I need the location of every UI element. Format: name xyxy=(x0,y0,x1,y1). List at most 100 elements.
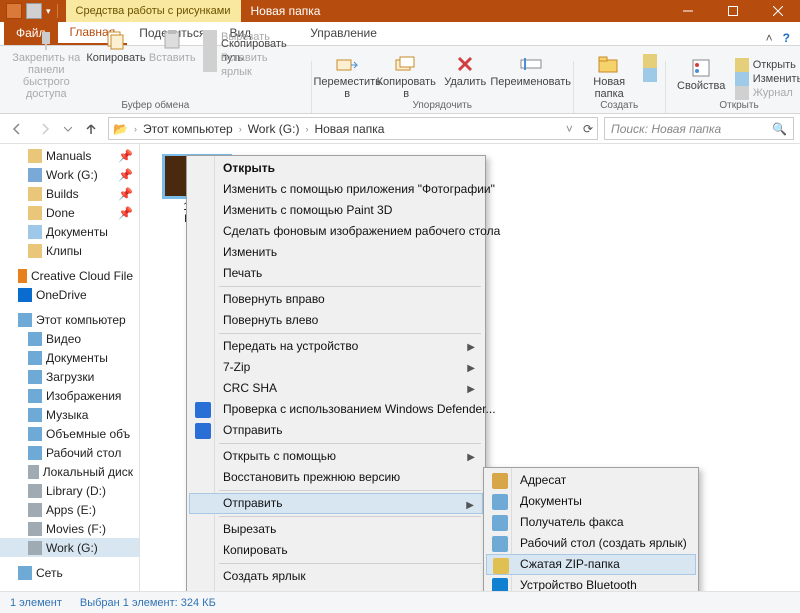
menu-item-icon xyxy=(492,536,508,552)
nav-item[interactable]: Сеть xyxy=(0,563,139,582)
nav-item[interactable]: Документы xyxy=(0,348,139,367)
nav-item[interactable]: Загрузки xyxy=(0,367,139,386)
nav-item-label: Документы xyxy=(46,225,108,239)
paste-button[interactable]: Вставить xyxy=(148,30,198,64)
menu-item[interactable]: 7-Zip▶ xyxy=(189,357,483,378)
maximize-button[interactable] xyxy=(710,0,755,22)
menu-item[interactable]: Изменить xyxy=(189,242,483,263)
easy-access-button[interactable] xyxy=(641,68,657,82)
refresh-icon[interactable]: ⟳ xyxy=(583,122,593,136)
navigation-pane[interactable]: Manuals📌Work (G:)📌Builds📌Done📌 Документы К… xyxy=(0,144,140,591)
nav-item[interactable]: Library (D:) xyxy=(0,481,139,500)
context-menu[interactable]: ОткрытьИзменить с помощью приложения "Фо… xyxy=(186,155,486,613)
menu-item[interactable]: Печать xyxy=(189,263,483,284)
ribbon-group-organize: Переместить в Копировать в Удалить Переи… xyxy=(312,61,574,113)
menu-item[interactable]: Изменить с помощью приложения "Фотографи… xyxy=(189,179,483,200)
open-button[interactable]: Открыть xyxy=(733,58,800,72)
nav-item[interactable]: Builds📌 xyxy=(0,184,139,203)
copy-to-button[interactable]: Копировать в xyxy=(379,54,434,100)
history-button[interactable]: Журнал xyxy=(733,86,800,100)
up-button[interactable] xyxy=(80,118,102,140)
new-folder-button[interactable]: Новая папка xyxy=(582,54,637,100)
nav-item[interactable]: Локальный диск xyxy=(0,462,139,481)
menu-item[interactable]: Документы xyxy=(486,491,696,512)
nav-item[interactable]: Видео xyxy=(0,329,139,348)
crumb-sep[interactable]: › xyxy=(303,124,310,134)
menu-item[interactable]: Открыть с помощью▶ xyxy=(189,446,483,467)
nav-item[interactable]: Клипы xyxy=(0,241,139,260)
tab-manage[interactable]: Управление xyxy=(298,21,389,45)
menu-item-label: Изменить xyxy=(223,245,277,259)
ribbon-collapse-icon[interactable]: ˄ xyxy=(766,31,773,45)
menu-item[interactable]: Изменить с помощью Paint 3D xyxy=(189,200,483,221)
menu-item[interactable]: Сжатая ZIP-папка xyxy=(486,554,696,575)
nav-item[interactable]: OneDrive xyxy=(0,285,139,304)
nav-item[interactable]: Movies (F:) xyxy=(0,519,139,538)
delete-button[interactable]: Удалить xyxy=(438,54,493,88)
menu-item[interactable]: Отправить xyxy=(189,420,483,441)
menu-item[interactable]: Получатель факса xyxy=(486,512,696,533)
menu-item[interactable]: Открыть xyxy=(189,158,483,179)
menu-item[interactable]: Передать на устройство▶ xyxy=(189,336,483,357)
properties-button[interactable]: Свойства xyxy=(674,58,729,92)
menu-item[interactable]: Адресат xyxy=(486,470,696,491)
menu-item[interactable]: Копировать xyxy=(189,540,483,561)
search-icon[interactable]: 🔍 xyxy=(772,122,787,136)
nav-item[interactable]: Рабочий стол xyxy=(0,443,139,462)
recent-button[interactable] xyxy=(62,118,74,140)
crumb-sep[interactable]: › xyxy=(237,124,244,134)
close-button[interactable] xyxy=(755,0,800,22)
nav-item[interactable]: Документы xyxy=(0,222,139,241)
rename-button[interactable]: Переименовать xyxy=(497,54,565,88)
nav-item[interactable]: Музыка xyxy=(0,405,139,424)
menu-item[interactable]: Сделать фоновым изображением рабочего ст… xyxy=(189,221,483,242)
titlebar: ▾ Средства работы с рисунками Новая папк… xyxy=(0,0,800,22)
new-item-button[interactable] xyxy=(641,54,657,68)
nav-item[interactable]: Creative Cloud File xyxy=(0,266,139,285)
help-icon[interactable]: ? xyxy=(783,31,790,45)
nav-item-icon xyxy=(18,288,32,302)
minimize-button[interactable] xyxy=(665,0,710,22)
nav-item[interactable]: Изображения xyxy=(0,386,139,405)
menu-item[interactable]: Повернуть вправо xyxy=(189,289,483,310)
nav-item[interactable]: Work (G:)📌 xyxy=(0,165,139,184)
paste-shortcut-button[interactable]: Вставить ярлык xyxy=(201,58,303,72)
copy-button[interactable]: Копировать xyxy=(89,30,144,64)
crumb-0[interactable]: Этот компьютер xyxy=(143,122,233,136)
menu-item-label: Повернуть влево xyxy=(223,313,318,327)
nav-item[interactable]: Объемные объ xyxy=(0,424,139,443)
nav-item[interactable]: Work (G:) xyxy=(0,538,139,557)
easy-icon xyxy=(643,68,657,82)
menu-item[interactable]: Повернуть влево xyxy=(189,310,483,331)
crumb-sep[interactable]: › xyxy=(132,124,139,134)
context-submenu-sendto[interactable]: АдресатДокументыПолучатель факсаРабочий … xyxy=(483,467,699,599)
menu-item[interactable]: Вырезать xyxy=(189,519,483,540)
crumb-2[interactable]: Новая папка xyxy=(314,122,384,136)
nav-item-icon xyxy=(28,446,42,460)
chevron-down-icon[interactable]: ˅ xyxy=(566,122,573,136)
menu-item[interactable]: Проверка с использованием Windows Defend… xyxy=(189,399,483,420)
qat-item-icon[interactable] xyxy=(26,3,42,19)
crumb-1[interactable]: Work (G:) xyxy=(248,122,300,136)
move-to-button[interactable]: Переместить в xyxy=(320,54,375,100)
chevron-down-icon[interactable]: ▾ xyxy=(46,6,51,17)
menu-item[interactable]: Создать ярлык xyxy=(189,566,483,587)
pin-to-quickaccess-button[interactable]: Закрепить на панели быстрого доступа xyxy=(8,30,85,100)
menu-item[interactable]: Рабочий стол (создать ярлык) xyxy=(486,533,696,554)
menu-item[interactable]: Отправить▶ xyxy=(189,493,483,514)
back-button[interactable] xyxy=(6,118,28,140)
menu-separator xyxy=(219,286,481,287)
moveto-icon xyxy=(333,54,361,74)
menu-item[interactable]: Восстановить прежнюю версию xyxy=(189,467,483,488)
nav-item[interactable]: Apps (E:) xyxy=(0,500,139,519)
folder-icon xyxy=(6,3,22,19)
nav-item[interactable]: Done📌 xyxy=(0,203,139,222)
edit-button[interactable]: Изменить xyxy=(733,72,800,86)
forward-button[interactable] xyxy=(34,118,56,140)
menu-item[interactable]: CRC SHA▶ xyxy=(189,378,483,399)
nav-item[interactable]: Manuals📌 xyxy=(0,146,139,165)
search-input[interactable]: Поиск: Новая папка 🔍 xyxy=(604,117,794,140)
nav-item[interactable]: Этот компьютер xyxy=(0,310,139,329)
menu-item-label: Отправить xyxy=(223,496,283,510)
breadcrumb[interactable]: 📂 › Этот компьютер › Work (G:) › Новая п… xyxy=(108,117,598,140)
